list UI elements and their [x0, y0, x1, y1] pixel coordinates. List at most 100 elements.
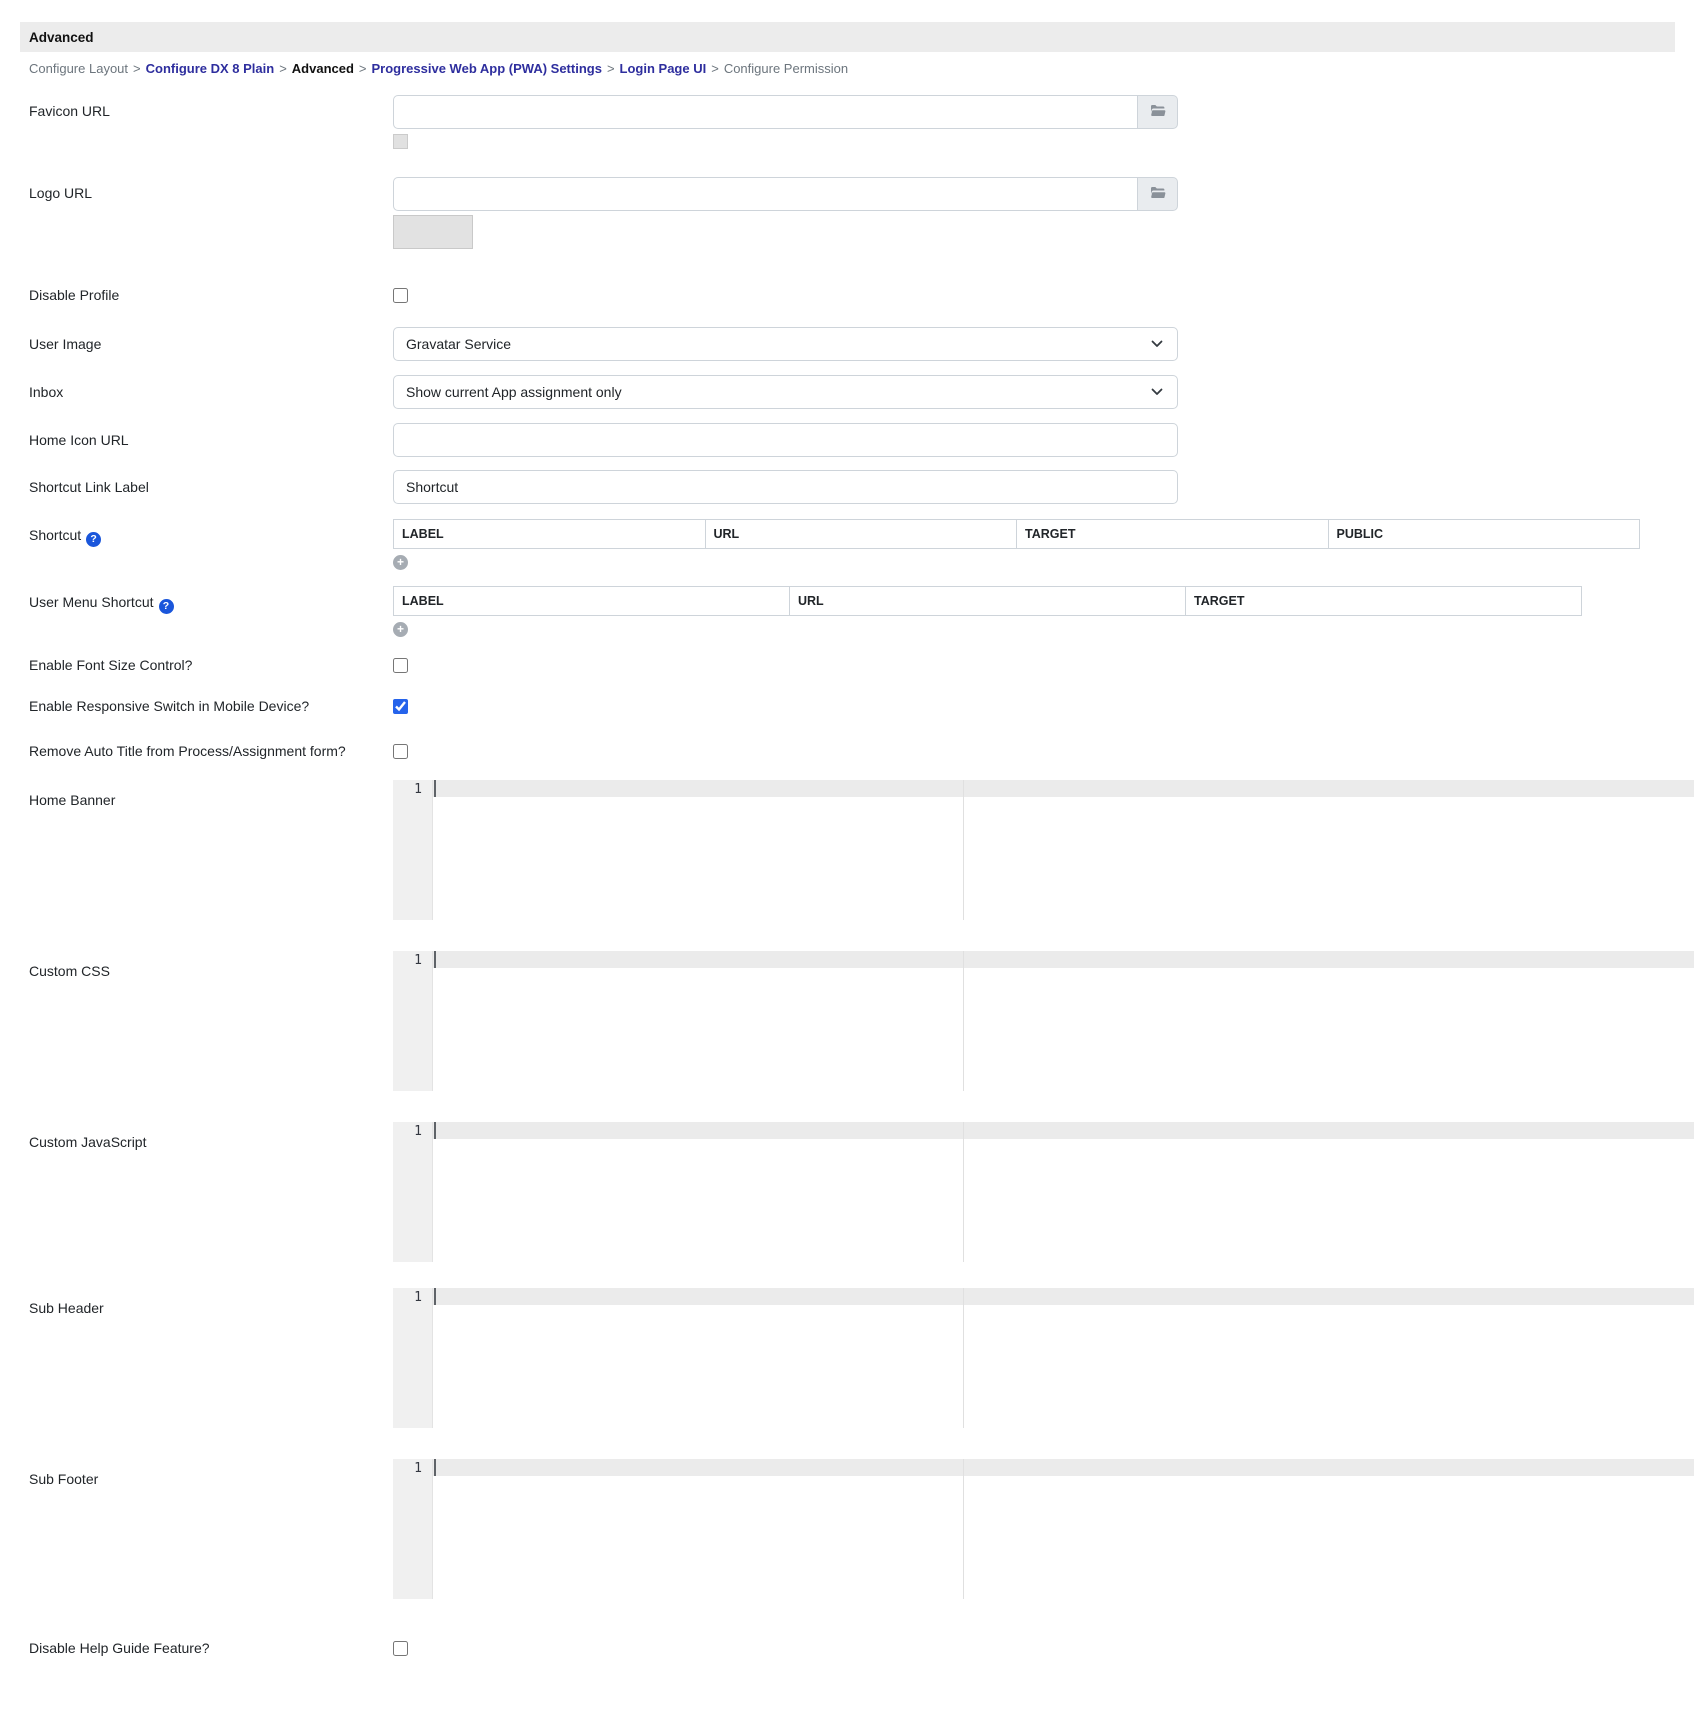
breadcrumb-separator: >	[606, 60, 615, 76]
editor-gutter: 1	[393, 1122, 433, 1262]
question-circle-icon[interactable]: ?	[86, 531, 102, 547]
favicon-url-control	[393, 95, 1178, 149]
breadcrumb-item-advanced: Advanced	[291, 60, 354, 76]
field-row-user-image: User Image Gravatar Service	[29, 327, 1695, 361]
field-row-sub-header: Sub Header 1	[29, 1288, 1695, 1428]
sub-footer-editor[interactable]: 1	[393, 1459, 1694, 1599]
favicon-url-input[interactable]	[393, 95, 1138, 129]
inbox-label: Inbox	[29, 384, 64, 400]
shortcut-col-public: PUBLIC	[1327, 519, 1640, 549]
disable-help-guide-checkbox[interactable]	[393, 1640, 408, 1656]
logo-url-input[interactable]	[393, 177, 1138, 211]
field-row-home-icon-url: Home Icon URL	[29, 423, 1695, 457]
disable-help-guide-label: Disable Help Guide Feature?	[29, 1640, 210, 1656]
breadcrumb-separator: >	[711, 60, 719, 76]
home-banner-label: Home Banner	[29, 792, 116, 808]
editor-line-number: 1	[414, 1461, 422, 1476]
custom-css-editor[interactable]: 1	[393, 951, 1694, 1091]
breadcrumb-separator: >	[279, 60, 287, 76]
shortcut-table: LABEL URL TARGET PUBLIC	[393, 519, 1640, 549]
enable-responsive-checkbox[interactable]	[393, 698, 408, 714]
editor-cursor	[434, 780, 436, 797]
user-image-label: User Image	[29, 336, 102, 352]
logo-browse-button[interactable]	[1138, 177, 1178, 211]
user-image-selected-value: Gravatar Service	[406, 336, 512, 352]
field-row-custom-javascript: Custom JavaScript 1	[29, 1122, 1695, 1262]
user-image-select[interactable]: Gravatar Service	[393, 327, 1178, 361]
breadcrumb-item-configure-permission: Configure Permission	[723, 60, 849, 76]
enable-font-size-checkbox[interactable]	[393, 657, 408, 673]
breadcrumb-item-configure-dx-8-plain[interactable]: Configure DX 8 Plain	[146, 61, 275, 76]
editor-active-line	[433, 1122, 1694, 1139]
home-banner-editor[interactable]: 1	[393, 780, 1694, 920]
folder-open-icon	[1150, 104, 1166, 120]
editor-code-area[interactable]	[433, 780, 1694, 920]
shortcut-link-label-input[interactable]	[393, 470, 1178, 504]
field-row-home-banner: Home Banner 1	[29, 780, 1695, 920]
shortcut-label: Shortcut?	[29, 519, 393, 547]
page-title-bar: Advanced	[20, 22, 1675, 52]
field-row-remove-auto-title: Remove Auto Title from Process/Assignmen…	[29, 743, 1695, 759]
plus-circle-icon[interactable]: +	[393, 621, 408, 637]
user-menu-col-label: LABEL	[393, 586, 790, 616]
table-header-row: LABEL URL TARGET PUBLIC	[393, 519, 1640, 549]
question-circle-icon[interactable]: ?	[158, 598, 174, 614]
breadcrumb-item-login-page-ui[interactable]: Login Page UI	[620, 61, 707, 76]
field-row-sub-footer: Sub Footer 1	[29, 1459, 1695, 1599]
user-menu-shortcut-label-text: User Menu Shortcut	[29, 594, 154, 610]
sub-header-label: Sub Header	[29, 1300, 104, 1316]
user-menu-shortcut-table: LABEL URL TARGET	[393, 586, 1582, 616]
editor-line-number: 1	[414, 1290, 422, 1305]
breadcrumb-separator: >	[358, 60, 367, 76]
advanced-settings-form: Favicon URL Logo URL Disable Profile Use…	[29, 95, 1695, 1656]
disable-profile-checkbox[interactable]	[393, 287, 408, 303]
breadcrumb-separator: >	[133, 60, 141, 76]
disable-profile-label: Disable Profile	[29, 287, 120, 303]
editor-print-margin	[963, 780, 964, 920]
user-menu-col-target: TARGET	[1185, 586, 1582, 616]
sub-header-editor[interactable]: 1	[393, 1288, 1694, 1428]
field-row-disable-help-guide: Disable Help Guide Feature?	[29, 1640, 1695, 1656]
editor-gutter: 1	[393, 780, 433, 920]
remove-auto-title-checkbox[interactable]	[393, 743, 408, 759]
favicon-preview-box	[393, 134, 408, 149]
custom-css-label: Custom CSS	[29, 963, 110, 979]
editor-cursor	[434, 1459, 436, 1476]
shortcut-table-wrap: LABEL URL TARGET PUBLIC +	[393, 519, 1640, 570]
field-row-disable-profile: Disable Profile	[29, 287, 1695, 303]
shortcut-col-label: LABEL	[393, 519, 706, 549]
editor-print-margin	[963, 951, 964, 1091]
inbox-selected-value: Show current App assignment only	[406, 384, 622, 400]
editor-cursor	[434, 1288, 436, 1305]
field-row-shortcut: Shortcut? LABEL URL TARGET PUBLIC +	[29, 519, 1695, 570]
editor-code-area[interactable]	[433, 1122, 1694, 1262]
field-row-shortcut-link-label: Shortcut Link Label	[29, 470, 1695, 504]
home-icon-url-input[interactable]	[393, 423, 1178, 457]
breadcrumb: Configure Layout > Configure DX 8 Plain …	[29, 60, 1695, 76]
inbox-select[interactable]: Show current App assignment only	[393, 375, 1178, 409]
sub-footer-label: Sub Footer	[29, 1471, 99, 1487]
editor-code-area[interactable]	[433, 951, 1694, 1091]
shortcut-label-text: Shortcut	[29, 527, 82, 543]
folder-open-icon	[1150, 186, 1166, 202]
enable-font-size-label: Enable Font Size Control?	[29, 657, 193, 673]
breadcrumb-item-pwa-settings[interactable]: Progressive Web App (PWA) Settings	[372, 61, 602, 76]
editor-code-area[interactable]	[433, 1288, 1694, 1428]
field-row-custom-css: Custom CSS 1	[29, 951, 1695, 1091]
favicon-browse-button[interactable]	[1138, 95, 1178, 129]
editor-code-area[interactable]	[433, 1459, 1694, 1599]
shortcut-link-label-label: Shortcut Link Label	[29, 479, 149, 495]
plus-circle-icon[interactable]: +	[393, 554, 408, 570]
editor-print-margin	[963, 1122, 964, 1262]
table-header-row: LABEL URL TARGET	[393, 586, 1582, 616]
custom-javascript-editor[interactable]: 1	[393, 1122, 1694, 1262]
field-row-enable-font-size: Enable Font Size Control?	[29, 657, 1695, 673]
editor-active-line	[433, 1288, 1694, 1305]
editor-active-line	[433, 951, 1694, 968]
breadcrumb-item-configure-layout: Configure Layout	[29, 60, 129, 76]
user-menu-add-row: +	[393, 620, 1582, 637]
editor-line-number: 1	[414, 1124, 422, 1139]
enable-responsive-label: Enable Responsive Switch in Mobile Devic…	[29, 698, 310, 714]
field-row-inbox: Inbox Show current App assignment only	[29, 375, 1695, 409]
shortcut-col-url: URL	[704, 519, 1017, 549]
